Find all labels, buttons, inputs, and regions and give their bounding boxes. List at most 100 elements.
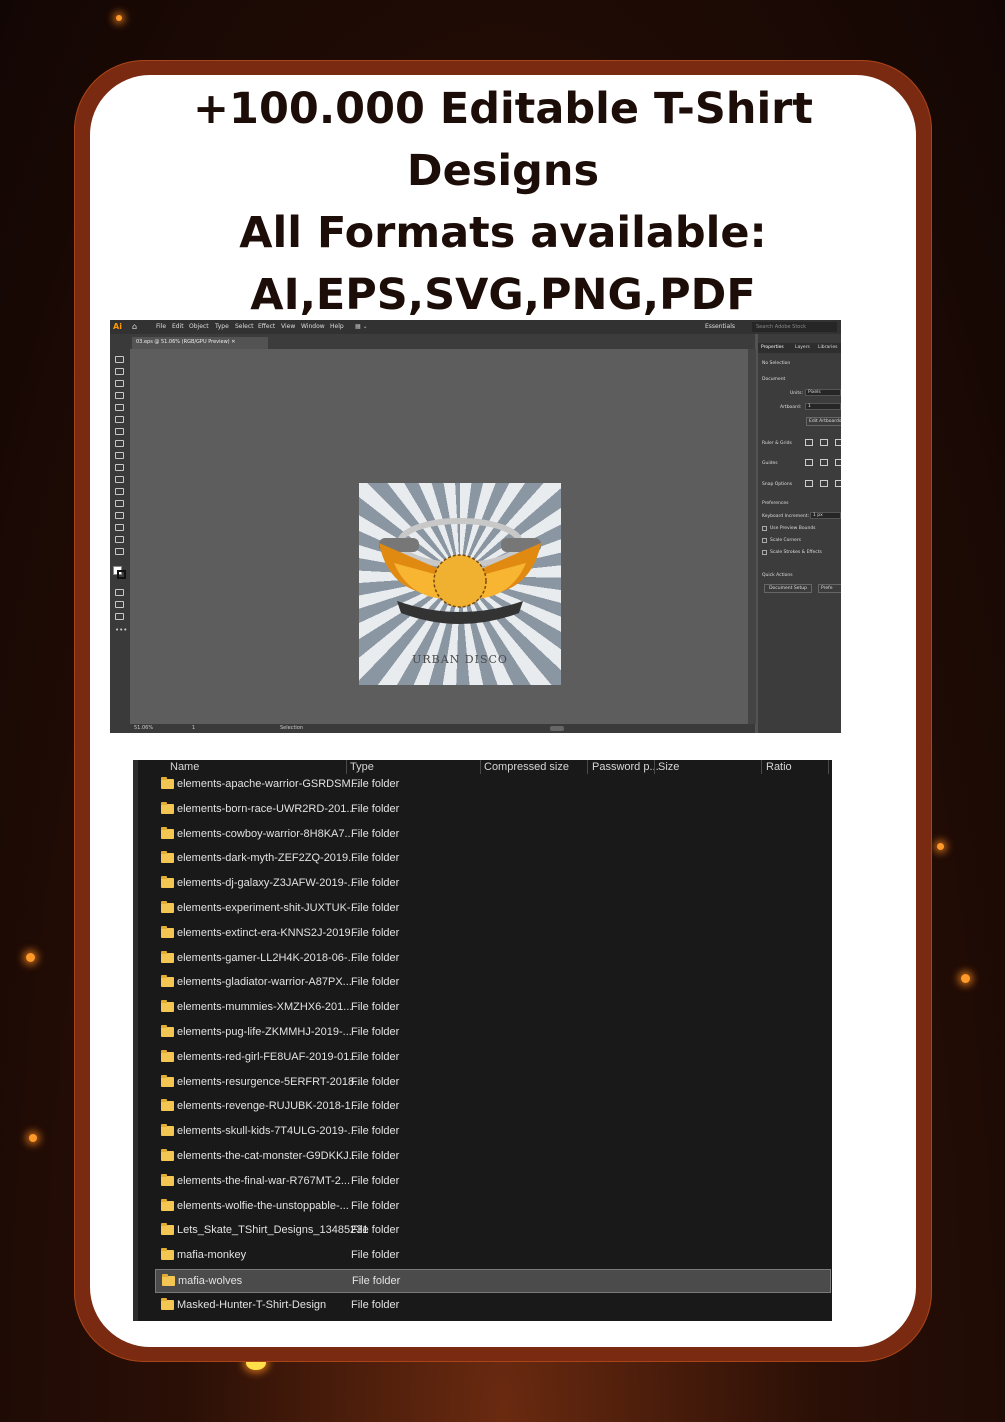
column-divider[interactable]: [587, 760, 588, 774]
gradient-tool-icon[interactable]: [115, 476, 124, 483]
table-row[interactable]: mafia-wolves File folder: [155, 1269, 831, 1293]
column-type[interactable]: Type: [350, 760, 374, 774]
zoom-tool-icon[interactable]: [115, 548, 124, 555]
table-row[interactable]: Masked-Hunter-T-Shirt-Design File folder: [155, 1294, 831, 1318]
keyboard-increment-field[interactable]: 1 px: [810, 512, 841, 519]
canvas[interactable]: URBAN DISCO: [130, 349, 755, 724]
symbol-sprayer-tool-icon[interactable]: [115, 512, 124, 519]
pen-tool-icon[interactable]: [115, 380, 124, 387]
column-divider[interactable]: [480, 760, 481, 774]
column-password-protected[interactable]: Password p...: [592, 760, 659, 774]
snap-to-glyph-icon[interactable]: [835, 480, 841, 487]
artboard-number[interactable]: 1: [192, 725, 195, 731]
table-row[interactable]: elements-mummies-XMZHX6-201... File folde…: [155, 996, 831, 1020]
table-row[interactable]: mafia-monkey File folder: [155, 1244, 831, 1268]
snap-to-point-icon[interactable]: [805, 480, 813, 487]
menu-select[interactable]: Select: [235, 323, 254, 330]
more-tools-icon[interactable]: •••: [115, 626, 127, 634]
table-row[interactable]: elements-experiment-shit-JUXTUK-... File …: [155, 897, 831, 921]
table-row[interactable]: elements-pug-life-ZKMMHJ-2019-... File fo…: [155, 1021, 831, 1045]
document-setup-button[interactable]: Document Setup: [764, 584, 812, 593]
table-row[interactable]: Lets_Skate_TShirt_Designs_13485231 File f…: [155, 1219, 831, 1243]
show-guides-icon[interactable]: [805, 459, 813, 466]
table-row[interactable]: elements-red-girl-FE8UAF-2019-01... File …: [155, 1046, 831, 1070]
table-row[interactable]: elements-the-final-war-R767MT-2... File f…: [155, 1170, 831, 1194]
menu-effect[interactable]: Effect: [258, 323, 275, 330]
scale-corners-checkbox[interactable]: [762, 538, 767, 543]
table-row[interactable]: elements-apache-warrior-GSRDSM... File fo…: [155, 773, 831, 797]
snap-to-pixel-icon[interactable]: [820, 480, 828, 487]
table-row[interactable]: elements-gladiator-warrior-A87PX... File …: [155, 971, 831, 995]
menu-object[interactable]: Object: [189, 323, 209, 330]
use-preview-bounds-checkbox[interactable]: [762, 526, 767, 531]
color-mode-icon[interactable]: [115, 589, 124, 596]
edit-artboards-button[interactable]: Edit Artboards: [806, 417, 841, 426]
menu-help[interactable]: Help: [330, 323, 344, 330]
preferences-button[interactable]: Prefe: [818, 584, 841, 593]
table-row[interactable]: elements-the-cat-monster-G9DKKJ... File f…: [155, 1145, 831, 1169]
file-type: File folder: [351, 1001, 400, 1014]
tab-properties[interactable]: Properties: [761, 345, 784, 350]
smart-guides-icon[interactable]: [835, 459, 841, 466]
shape-builder-tool-icon[interactable]: [115, 464, 124, 471]
blend-tool-icon[interactable]: [115, 500, 124, 507]
stroke-swatch[interactable]: [117, 570, 126, 579]
column-name[interactable]: Name: [170, 760, 199, 774]
menu-type[interactable]: Type: [215, 323, 229, 330]
horizontal-scrollbar-thumb[interactable]: [550, 726, 564, 731]
column-divider[interactable]: [346, 760, 347, 774]
table-row[interactable]: elements-dj-galaxy-Z3JAFW-2019-... File f…: [155, 872, 831, 896]
folder-icon: [161, 1198, 174, 1211]
file-name: mafia-wolves: [178, 1275, 243, 1287]
menu-view[interactable]: View: [281, 323, 295, 330]
ruler-icon[interactable]: [805, 439, 813, 446]
table-row[interactable]: elements-born-race-UWR2RD-201... File fol…: [155, 798, 831, 822]
table-row[interactable]: elements-resurgence-5ERFRT-2018... File f…: [155, 1071, 831, 1095]
zoom-level[interactable]: 51.06%: [134, 725, 153, 731]
table-row[interactable]: elements-dark-myth-ZEF2ZQ-2019... File fo…: [155, 847, 831, 871]
direct-selection-tool-icon[interactable]: [115, 368, 124, 375]
table-row[interactable]: elements-gamer-LL2H4K-2018-06-... File fo…: [155, 947, 831, 971]
type-tool-icon[interactable]: [115, 428, 124, 435]
close-tab-icon[interactable]: ✕: [231, 339, 235, 345]
rectangle-tool-icon[interactable]: [115, 404, 124, 411]
draw-mode-icon[interactable]: [115, 601, 124, 608]
column-size[interactable]: Size: [658, 760, 679, 774]
lock-guides-icon[interactable]: [820, 459, 828, 466]
vertical-scrollbar[interactable]: [748, 349, 756, 724]
selection-tool-icon[interactable]: [115, 356, 124, 363]
column-divider[interactable]: [654, 760, 655, 774]
grid-icon[interactable]: [820, 439, 828, 446]
table-row[interactable]: elements-revenge-RUJUBK-2018-1... File fo…: [155, 1095, 831, 1119]
tab-libraries[interactable]: Libraries: [818, 345, 837, 350]
brush-tool-icon[interactable]: [115, 416, 124, 423]
column-ratio[interactable]: Ratio: [766, 760, 792, 774]
menu-window[interactable]: Window: [301, 323, 325, 330]
eraser-tool-icon[interactable]: [115, 452, 124, 459]
artboard-tool-icon[interactable]: [115, 524, 124, 531]
table-row[interactable]: elements-extinct-era-KNNS2J-2019... File …: [155, 922, 831, 946]
screen-mode-icon[interactable]: [115, 613, 124, 620]
scale-strokes-checkbox[interactable]: [762, 550, 767, 555]
transparency-grid-icon[interactable]: [835, 439, 841, 446]
table-row[interactable]: elements-cowboy-warrior-8H8KA7... File fo…: [155, 823, 831, 847]
column-divider[interactable]: [761, 760, 762, 774]
table-row[interactable]: elements-wolfie-the-unstoppable-... File …: [155, 1195, 831, 1219]
column-divider[interactable]: [828, 760, 829, 774]
units-dropdown[interactable]: Pixels: [805, 389, 841, 396]
hand-tool-icon[interactable]: [115, 536, 124, 543]
menu-edit[interactable]: Edit: [172, 323, 184, 330]
document-tab[interactable]: 03.eps @ 51.06% (RGB/GPU Preview) ✕: [132, 337, 268, 349]
menu-file[interactable]: File: [156, 323, 166, 330]
home-icon[interactable]: ⌂: [132, 322, 137, 331]
rotate-tool-icon[interactable]: [115, 440, 124, 447]
curvature-tool-icon[interactable]: [115, 392, 124, 399]
arrange-documents-icon[interactable]: ▦ ⌄: [355, 323, 368, 330]
tab-layers[interactable]: Layers: [795, 345, 810, 350]
stock-search-input[interactable]: Search Adobe Stock: [752, 322, 837, 332]
eyedropper-tool-icon[interactable]: [115, 488, 124, 495]
table-row[interactable]: elements-skull-kids-7T4ULG-2019-... File …: [155, 1120, 831, 1144]
workspace-switcher[interactable]: Essentials: [705, 323, 735, 330]
artboard-field[interactable]: 1: [805, 403, 841, 410]
column-compressed-size[interactable]: Compressed size: [484, 760, 569, 774]
